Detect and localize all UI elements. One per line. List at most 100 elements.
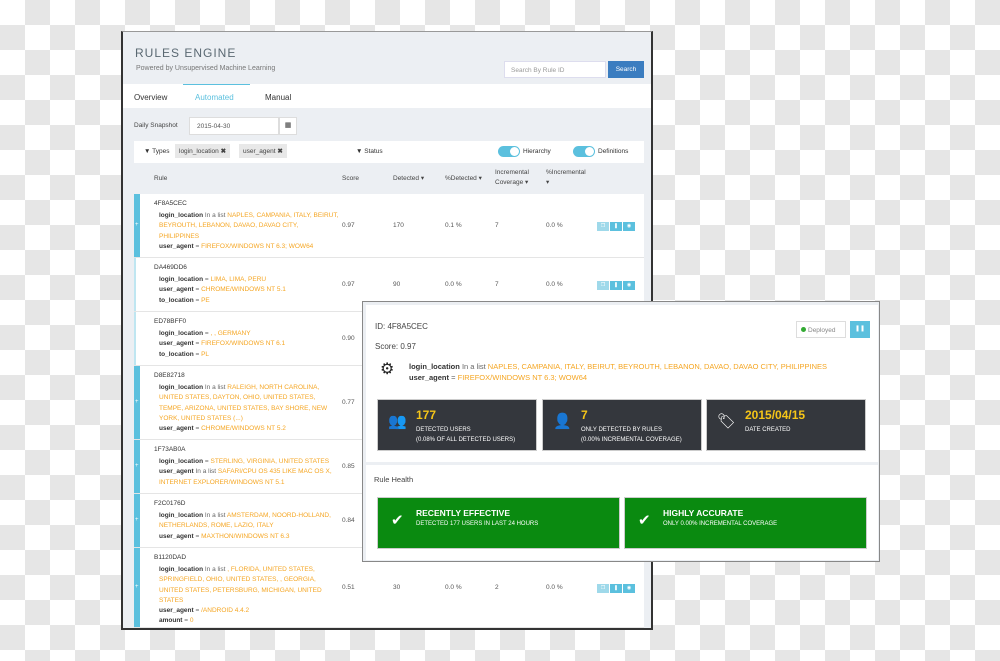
rule-conditions: login_location In a list AMSTERDAM, NOOR…	[159, 511, 339, 542]
tab-manual[interactable]: Manual	[265, 93, 291, 102]
remove-icon[interactable]: ✖	[277, 148, 282, 155]
condition: login_location In a list NAPLES, CAMPANI…	[159, 211, 339, 242]
col-score[interactable]: Score	[342, 174, 359, 184]
users-icon: 👥	[388, 413, 407, 430]
definitions-toggle[interactable]	[573, 146, 595, 157]
tab-bar: Overview Automated Manual	[123, 84, 651, 108]
eye-icon[interactable]: ◉	[623, 281, 635, 290]
search-button[interactable]: Search	[608, 61, 644, 78]
eye-icon[interactable]: ◉	[623, 584, 635, 593]
copy-icon[interactable]: ❐	[597, 222, 609, 231]
row-expand-handle[interactable]: +	[134, 194, 140, 257]
rule-conditions: login_location = LIMA, LIMA, PERU user_ag…	[159, 275, 339, 306]
condition-key: login_location	[159, 384, 204, 391]
page-title: RULES ENGINE	[135, 46, 237, 60]
cell-pct-detected: 0.0 %	[445, 281, 462, 288]
rule-id[interactable]: B1120DAD	[154, 554, 186, 561]
col-pct-detected[interactable]: %Detected ▾	[445, 174, 482, 184]
col-label: Detected	[393, 175, 420, 182]
plus-icon[interactable]: +	[135, 463, 139, 469]
condition-operator: =	[195, 532, 200, 540]
condition-key: to_location	[159, 350, 194, 358]
rule-id[interactable]: 4F8A5CEC	[154, 200, 187, 207]
hierarchy-toggle[interactable]	[498, 146, 520, 157]
condition: login_location = LIMA, LIMA, PERU	[159, 275, 339, 285]
search-input[interactable]: Search By Rule ID	[504, 61, 606, 78]
rule-health-card: Rule Health ✔ RECENTLY EFFECTIVE DETECTE…	[366, 465, 878, 560]
copy-icon[interactable]: ❐	[597, 281, 609, 290]
condition-operator: =	[195, 425, 200, 433]
chip-login-location[interactable]: login_location ✖	[175, 144, 231, 158]
pause-button[interactable]: ❚❚	[850, 321, 870, 338]
active-tab-indicator	[183, 84, 250, 85]
chip-user-agent[interactable]: user_agent ✖	[239, 144, 287, 158]
condition-operator: In a list	[204, 384, 226, 391]
remove-icon[interactable]: ✖	[221, 148, 226, 155]
condition-key: user_agent	[159, 242, 194, 250]
cell-score: 0.51	[342, 584, 355, 591]
rule-id: ID: 4F8A5CEC	[375, 322, 428, 331]
condition-operator: =	[184, 617, 189, 625]
cell-incremental: 7	[495, 222, 499, 229]
types-filter[interactable]: ▼ Types	[144, 148, 169, 155]
cell-score: 0.84	[342, 517, 355, 524]
col-rule[interactable]: Rule	[154, 174, 167, 184]
plus-icon[interactable]: +	[135, 517, 139, 523]
pause-icon[interactable]: ❚	[610, 222, 622, 231]
rule-id[interactable]: 1F73AB0A	[154, 446, 185, 453]
row-expand-handle[interactable]: +	[134, 548, 140, 627]
snapshot-date-input[interactable]: 2015-04-30	[189, 117, 279, 135]
cell-score: 0.77	[342, 399, 355, 406]
cell-detected: 170	[393, 222, 404, 229]
stat-detected-users: 👥 177 DETECTED USERS (0.08% OF ALL DETECT…	[377, 399, 537, 451]
calendar-icon[interactable]: ▦	[279, 117, 297, 135]
status-filter[interactable]: ▼ Status	[356, 148, 383, 155]
stat-label: DATE CREATED	[745, 427, 791, 433]
status-dot-icon	[801, 327, 806, 332]
plus-icon[interactable]: +	[135, 222, 139, 228]
col-pct-incremental[interactable]: %Incremental ▾	[546, 168, 596, 188]
condition: login_location In a list AMSTERDAM, NOOR…	[159, 511, 339, 532]
rule-id[interactable]: D8E82718	[154, 372, 185, 379]
stat-label-line: DETECTED USERS	[416, 427, 471, 433]
rule-conditions: login_location In a list RALEIGH, NORTH …	[159, 383, 339, 434]
condition: user_agent = FIREFOX/WINDOWS NT 6.1	[159, 339, 339, 349]
condition-key: login_location	[409, 362, 460, 371]
rule-id[interactable]: F2C0176D	[154, 500, 185, 507]
row-expand-handle[interactable]: +	[134, 494, 140, 547]
eye-icon[interactable]: ◉	[623, 222, 635, 231]
tab-overview[interactable]: Overview	[134, 93, 167, 102]
table-row[interactable]: +4F8A5CEC login_location In a list NAPLES…	[134, 194, 644, 258]
row-expand-handle[interactable]	[134, 258, 136, 311]
health-highly-accurate: ✔ HIGHLY ACCURATE ONLY 0.00% INCREMENTAL…	[624, 497, 867, 549]
pause-icon[interactable]: ❚	[610, 281, 622, 290]
stat-only-detected: 👤 7 ONLY DETECTED BY RULES (0.00% INCREME…	[542, 399, 702, 451]
plus-icon[interactable]: +	[135, 584, 139, 590]
row-expand-handle[interactable]	[134, 312, 136, 365]
col-detected[interactable]: Detected ▾	[393, 174, 424, 184]
snapshot-label: Daily Snapshot	[134, 122, 178, 129]
rule-id[interactable]: DA469DD6	[154, 264, 187, 271]
rule-conditions: login_location In a list NAPLES, CAMPANI…	[409, 361, 827, 383]
col-incremental[interactable]: Incremental Coverage ▾	[495, 168, 545, 188]
row-expand-handle[interactable]: +	[134, 366, 140, 439]
condition: user_agent = MAXTHON/WINDOWS NT 6.3	[159, 532, 339, 542]
copy-icon[interactable]: ❐	[597, 584, 609, 593]
condition-value: STERLING, VIRGINIA, UNITED STATES	[210, 458, 330, 465]
tab-automated[interactable]: Automated	[195, 93, 234, 102]
stat-label: DETECTED USERS (0.08% OF ALL DETECTED USE…	[416, 425, 515, 445]
cell-score: 0.97	[342, 222, 355, 229]
types-label: Types	[152, 148, 170, 155]
condition-key: user_agent	[159, 425, 194, 433]
condition-key: login_location	[159, 566, 204, 573]
rule-id[interactable]: ED78BFF0	[154, 318, 186, 325]
health-title: HIGHLY ACCURATE	[663, 508, 744, 518]
row-expand-handle[interactable]: +	[134, 440, 140, 493]
status-badge: Deployed	[796, 321, 846, 338]
status-label: Deployed	[808, 327, 836, 334]
pause-icon[interactable]: ❚	[610, 584, 622, 593]
plus-icon[interactable]: +	[135, 399, 139, 405]
condition: amount = 0	[159, 616, 339, 626]
condition-value: NAPLES, CAMPANIA, ITALY, BEIRUT, BEYROUT…	[487, 362, 828, 371]
col-label: %Detected	[445, 175, 477, 182]
